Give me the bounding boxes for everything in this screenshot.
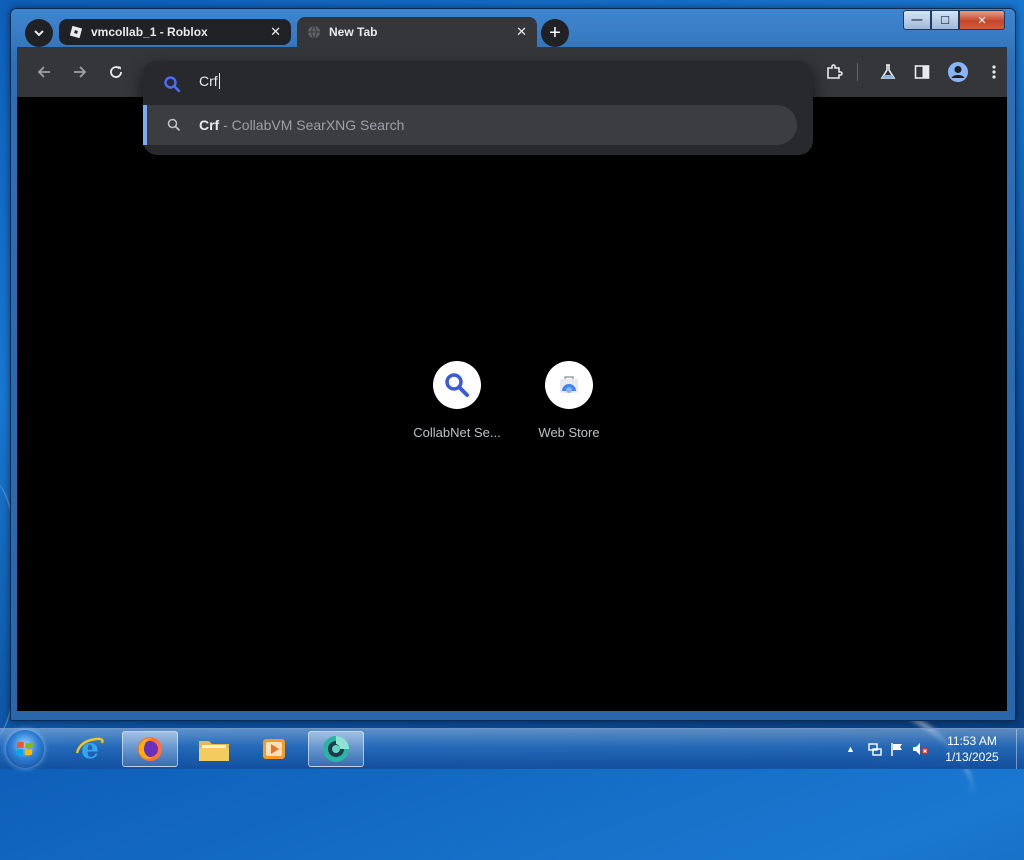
roblox-icon <box>69 25 83 39</box>
back-button[interactable] <box>31 59 57 85</box>
menu-button[interactable] <box>981 59 1007 85</box>
labs-button[interactable] <box>875 59 901 85</box>
shortcut-icon-circle <box>545 361 593 409</box>
taskbar-internet-explorer[interactable]: e <box>62 731 118 767</box>
shortcut-collabnet-search[interactable]: CollabNet Se... <box>407 361 507 440</box>
text-caret <box>218 73 220 89</box>
chevron-down-icon <box>34 30 44 37</box>
suggestion-engine: - CollabVM SearXNG Search <box>223 117 405 133</box>
show-hidden-icons-button[interactable]: ▲ <box>846 744 855 754</box>
reload-icon <box>110 66 122 78</box>
system-tray: ▲ <box>846 729 929 769</box>
clock-date: 1/13/2025 <box>945 750 999 764</box>
firefox-icon <box>138 737 162 761</box>
avatar-icon <box>948 62 968 82</box>
close-tab-icon[interactable]: ✕ <box>516 24 527 40</box>
volume-muted-icon[interactable] <box>911 741 929 757</box>
side-panel-icon <box>914 65 930 79</box>
action-center-flag-icon[interactable] <box>889 741 905 757</box>
web-store-icon <box>560 376 578 393</box>
omnibox-dropdown: Crf Crf - CollabVM SearXNG Search <box>143 61 813 155</box>
clock[interactable]: 11:53 AM 1/13/2025 <box>930 733 1014 765</box>
network-icon[interactable] <box>867 741 883 757</box>
tab-roblox[interactable]: vmcollab_1 - Roblox ✕ <box>59 19 291 45</box>
more-vertical-icon <box>992 65 996 79</box>
globe-icon <box>308 25 320 39</box>
windows-logo-icon <box>16 741 33 756</box>
omnibox-query-text: Crf <box>199 73 218 89</box>
internet-explorer-icon: e <box>75 733 104 765</box>
profile-button[interactable] <box>945 59 971 85</box>
side-panel-button[interactable] <box>909 59 935 85</box>
new-tab-page: CollabNet Se... Web Store <box>17 97 1007 711</box>
taskbar: e ▲ 11:53 AM 1/13/2025 <box>0 728 1024 769</box>
folder-icon <box>199 741 229 761</box>
reload-button[interactable] <box>103 59 129 85</box>
arrow-left-icon <box>37 66 50 78</box>
tab-new-tab[interactable]: New Tab ✕ <box>297 17 537 47</box>
clock-time: 11:53 AM <box>947 734 997 748</box>
tab-search-button[interactable] <box>25 19 53 47</box>
extensions-button[interactable] <box>821 59 847 85</box>
suggestion-text: Crf - CollabVM SearXNG Search <box>199 117 404 133</box>
toolbar-separator <box>857 63 858 81</box>
search-icon <box>445 373 469 397</box>
arrow-right-icon <box>74 66 87 78</box>
taskbar-file-explorer[interactable] <box>186 731 242 767</box>
browser-window: — ☐ ✕ vmcollab_1 - Roblox ✕ New Tab ✕ + <box>10 8 1016 721</box>
shortcut-label: CollabNet Se... <box>413 425 501 440</box>
tab-title: vmcollab_1 - Roblox <box>91 25 208 39</box>
taskbar-media-player[interactable] <box>246 731 302 767</box>
close-tab-icon[interactable]: ✕ <box>270 24 281 40</box>
flask-icon <box>880 64 896 79</box>
suggestion-query: Crf <box>199 117 220 133</box>
tab-title: New Tab <box>329 25 378 39</box>
puzzle-icon <box>827 64 843 79</box>
omnibox-input[interactable]: Crf <box>199 73 220 89</box>
forward-button[interactable] <box>67 59 93 85</box>
start-button[interactable] <box>6 730 44 768</box>
taskbar-firefox[interactable] <box>122 731 178 767</box>
search-icon <box>167 118 181 132</box>
shortcut-label: Web Store <box>538 425 600 440</box>
show-desktop-button[interactable] <box>1016 729 1024 769</box>
new-tab-button[interactable]: + <box>541 19 569 47</box>
media-player-icon <box>263 739 285 759</box>
chromium-icon <box>323 736 349 762</box>
omnibox-suggestion[interactable]: Crf - CollabVM SearXNG Search <box>143 105 797 145</box>
taskbar-chromium[interactable] <box>308 731 364 767</box>
search-icon <box>164 76 181 93</box>
shortcut-web-store[interactable]: Web Store <box>519 361 619 440</box>
shortcut-icon-circle <box>433 361 481 409</box>
tab-strip: vmcollab_1 - Roblox ✕ New Tab ✕ + <box>17 15 1007 47</box>
